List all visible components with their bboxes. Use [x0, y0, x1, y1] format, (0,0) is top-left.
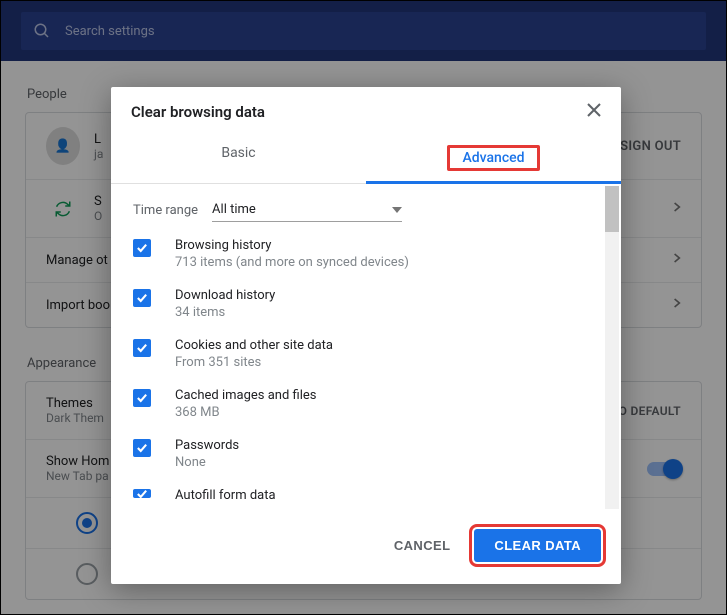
checkbox-autofill[interactable] — [133, 489, 151, 498]
clear-data-button[interactable]: CLEAR DATA — [474, 529, 601, 562]
tab-basic[interactable]: Basic — [111, 133, 366, 183]
dropdown-icon — [392, 207, 402, 213]
scrollbar-thumb[interactable] — [605, 186, 619, 232]
clear-browsing-data-dialog: Clear browsing data Basic Advanced Time … — [111, 87, 621, 584]
checkbox-cookies[interactable] — [133, 339, 151, 357]
option-cached[interactable]: Cached images and files 368 MB — [133, 388, 615, 420]
time-range-select[interactable]: All time — [212, 198, 402, 222]
scrollbar-track[interactable] — [605, 186, 619, 509]
option-passwords[interactable]: Passwords None — [133, 438, 615, 470]
cancel-button[interactable]: CANCEL — [384, 529, 461, 562]
tab-advanced[interactable]: Advanced — [366, 133, 621, 183]
dialog-body: Time range All time Browsing history 713… — [111, 184, 621, 511]
dialog-title: Clear browsing data — [131, 103, 265, 121]
close-button[interactable] — [587, 103, 601, 121]
checkbox-cached[interactable] — [133, 389, 151, 407]
option-autofill[interactable]: Autofill form data — [133, 488, 615, 503]
option-cookies[interactable]: Cookies and other site data From 351 sit… — [133, 338, 615, 370]
checkbox-browsing-history[interactable] — [133, 239, 151, 257]
time-range-label: Time range — [133, 203, 198, 218]
option-browsing-history[interactable]: Browsing history 713 items (and more on … — [133, 238, 615, 270]
option-download-history[interactable]: Download history 34 items — [133, 288, 615, 320]
checkbox-download-history[interactable] — [133, 289, 151, 307]
dialog-tabs: Basic Advanced — [111, 133, 621, 184]
checkbox-passwords[interactable] — [133, 439, 151, 457]
